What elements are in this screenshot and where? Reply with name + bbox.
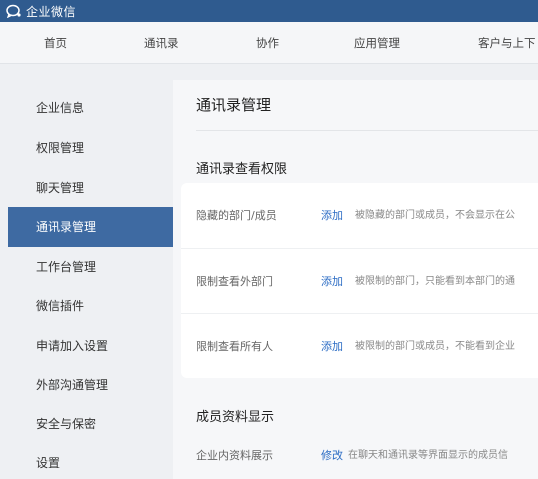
permission-row-restrict-external-dept: 限制查看外部门 添加 被限制的部门，只能看到本部门的通: [181, 248, 538, 313]
sidebar-item-security[interactable]: 安全与保密: [8, 404, 173, 444]
nav-home[interactable]: 首页: [44, 22, 67, 64]
row-label: 限制查看所有人: [196, 340, 273, 353]
sidebar-item-external-communication[interactable]: 外部沟通管理: [8, 365, 173, 405]
sidebar-item-company-info[interactable]: 企业信息: [8, 88, 173, 128]
sidebar-item-join-settings[interactable]: 申请加入设置: [8, 326, 173, 366]
member-info-row: 企业内资料展示 修改 在聊天和通讯录等界面显示的成员信: [173, 438, 538, 474]
sidebar-item-wechat-plugin[interactable]: 微信插件: [8, 286, 173, 326]
row-description: 被隐藏的部门或成员，不会显示在公: [355, 210, 515, 221]
permission-row-restrict-all: 限制查看所有人 添加 被限制的部门或成员，不能看到企业: [181, 313, 538, 378]
row-description: 在聊天和通讯录等界面显示的成员信: [348, 450, 508, 461]
permission-row-hidden-members: 隐藏的部门/成员 添加 被隐藏的部门或成员，不会显示在公: [181, 183, 538, 248]
sidebar-item-permissions[interactable]: 权限管理: [8, 128, 173, 168]
row-description: 被限制的部门或成员，不能看到企业: [355, 341, 515, 352]
nav-customers[interactable]: 客户与上下: [478, 22, 536, 64]
page-title: 通讯录管理: [196, 96, 272, 114]
row-label: 企业内资料展示: [196, 449, 273, 462]
title-divider: [196, 130, 538, 131]
brand-bar: 企业微信: [0, 0, 538, 22]
row-label: 隐藏的部门/成员: [196, 209, 277, 222]
main-content: 通讯录管理 通讯录查看权限 隐藏的部门/成员 添加 被隐藏的部门或成员，不会显示…: [173, 80, 538, 479]
main-nav: 首页 通讯录 协作 应用管理 客户与上下: [0, 22, 538, 64]
row-description: 被限制的部门，只能看到本部门的通: [355, 276, 515, 287]
add-restrict-all-link[interactable]: 添加: [321, 314, 343, 379]
wecom-logo-icon: [6, 4, 22, 18]
sidebar-item-contacts-management[interactable]: 通讯录管理: [8, 207, 173, 247]
modify-member-info-link[interactable]: 修改: [321, 438, 343, 474]
settings-sidebar: 企业信息 权限管理 聊天管理 通讯录管理 工作台管理 微信插件 申请加入设置 外…: [0, 80, 173, 479]
nav-collaboration[interactable]: 协作: [256, 22, 279, 64]
row-label: 限制查看外部门: [196, 275, 273, 288]
nav-contacts[interactable]: 通讯录: [144, 22, 179, 64]
nav-app-management[interactable]: 应用管理: [354, 22, 400, 64]
sidebar-item-workbench-management[interactable]: 工作台管理: [8, 247, 173, 287]
add-restrict-external-dept-link[interactable]: 添加: [321, 249, 343, 314]
add-hidden-members-link[interactable]: 添加: [321, 183, 343, 248]
member-info-title: 成员资料显示: [196, 410, 275, 425]
view-permissions-card: 隐藏的部门/成员 添加 被隐藏的部门或成员，不会显示在公 限制查看外部门 添加 …: [181, 183, 538, 378]
view-permissions-title: 通讯录查看权限: [196, 162, 288, 177]
sidebar-item-chat-management[interactable]: 聊天管理: [8, 168, 173, 208]
brand-name: 企业微信: [26, 4, 77, 19]
sidebar-item-settings[interactable]: 设置: [8, 443, 173, 479]
